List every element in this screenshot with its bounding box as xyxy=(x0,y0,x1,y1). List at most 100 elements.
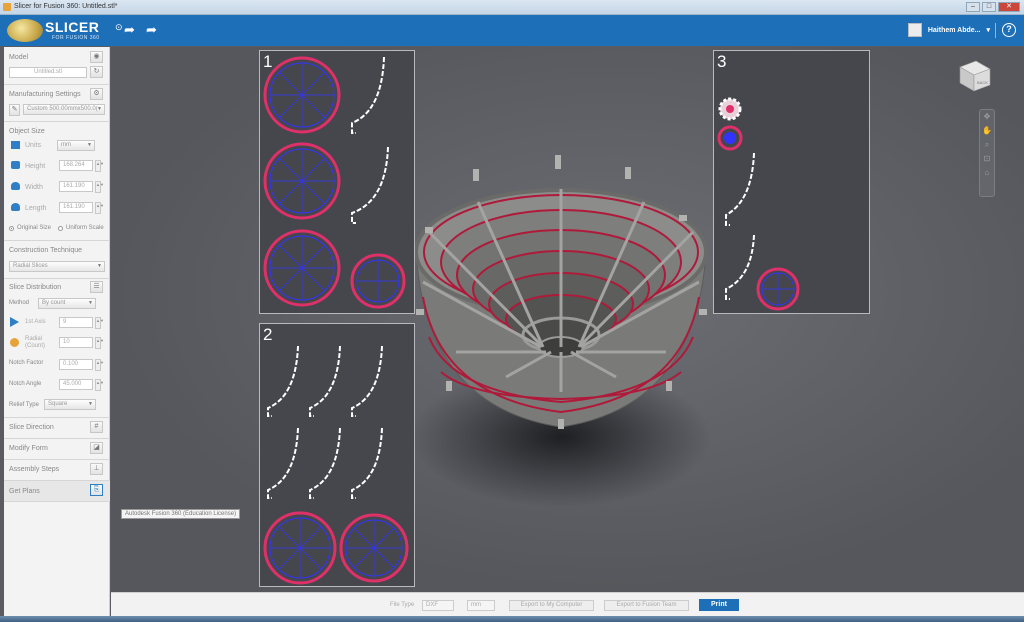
notch-factor-stepper[interactable]: ▲▼ xyxy=(95,359,104,371)
notch-angle-input[interactable]: 45.000 xyxy=(59,379,93,390)
list-icon[interactable]: ☰ xyxy=(90,281,103,293)
view-cube[interactable]: BACK xyxy=(956,57,992,93)
notch-angle-stepper[interactable]: ▲▼ xyxy=(95,379,104,391)
eye-icon[interactable]: ◉ xyxy=(90,51,103,63)
construction-dropdown[interactable]: Radial Slices xyxy=(9,261,105,272)
assembly-steps-icon[interactable]: ⊥ xyxy=(90,463,103,475)
logo-emblem-icon xyxy=(7,19,43,42)
width-input[interactable]: 161.190 xyxy=(59,181,93,192)
uniform-scale-radio[interactable] xyxy=(58,226,63,231)
3d-viewport[interactable]: 1 2 3 BACK ✥ ✋ ⌕ ⊡ ⌂ xyxy=(111,47,1024,592)
logo-settings-icon[interactable]: ⊙ xyxy=(115,22,123,33)
units-dropdown[interactable]: mm xyxy=(57,140,95,151)
user-name: Haithem Abde... xyxy=(927,26,981,34)
radial-slice-part xyxy=(263,142,341,220)
redo-icon[interactable]: ➦ xyxy=(146,22,157,38)
original-size-label: Original Size xyxy=(17,225,52,231)
refresh-icon[interactable]: ↻ xyxy=(90,66,103,78)
modify-form-icon[interactable]: ◪ xyxy=(90,442,103,454)
first-axis-input[interactable]: 9 xyxy=(59,317,93,328)
get-plans-label[interactable]: Get Plans xyxy=(9,488,40,495)
first-axis-stepper[interactable]: ▲▼ xyxy=(95,317,104,329)
height-input[interactable]: 168.264 xyxy=(59,160,93,171)
header-divider xyxy=(995,23,996,38)
small-radial-part xyxy=(717,125,743,151)
divider xyxy=(4,278,110,279)
export-units-dropdown[interactable]: mm xyxy=(467,600,495,611)
file-type-dropdown[interactable]: DXF xyxy=(422,600,454,611)
radial-count-stepper[interactable]: ▲▼ xyxy=(95,337,104,349)
pencil-icon[interactable]: ✎ xyxy=(9,104,20,116)
tooltip: Autodesk Fusion 360 (Education License) xyxy=(121,509,241,519)
orbit-icon[interactable]: ✥ xyxy=(980,110,994,124)
close-button[interactable]: ✕ xyxy=(998,2,1020,12)
gear-icon[interactable]: ⚙ xyxy=(90,88,103,100)
original-size-radio[interactable] xyxy=(9,226,14,231)
height-label: Height xyxy=(25,163,46,170)
radial-count-label: (Count) xyxy=(25,343,46,349)
minimize-button[interactable]: – xyxy=(966,2,980,12)
small-radial-part xyxy=(718,97,742,121)
divider xyxy=(4,417,110,418)
app-header: SLICER FOR FUSION 360 ⊙ ➦ ➦ Haithem Abde… xyxy=(0,15,1024,46)
fit-icon[interactable]: ⊡ xyxy=(980,152,994,166)
sheet-1-parts xyxy=(263,56,406,309)
rib-part xyxy=(725,234,755,300)
divider xyxy=(4,121,110,122)
title-bar: Slicer for Fusion 360: Untitled.stl* – □… xyxy=(0,0,1024,15)
length-input[interactable]: 161.190 xyxy=(59,202,93,213)
manufacturing-label: Manufacturing Settings xyxy=(9,91,81,98)
slice-direction-icon[interactable]: # xyxy=(90,421,103,433)
plan-sheet-3[interactable]: 3 xyxy=(713,50,870,314)
notch-factor-input[interactable]: 0.100 xyxy=(59,359,93,370)
modify-form-label[interactable]: Modify Form xyxy=(9,445,48,452)
zoom-icon[interactable]: ⌕ xyxy=(980,138,994,152)
relief-type-dropdown[interactable]: Square xyxy=(44,399,96,410)
slice-distribution-label: Slice Distribution xyxy=(9,284,62,291)
model-label: Model xyxy=(9,54,29,61)
relief-type-label: Relief Type xyxy=(9,402,39,408)
manufacturing-dropdown[interactable]: Custom 500.00mmx500.0( xyxy=(23,104,105,115)
undo-icon[interactable]: ➦ xyxy=(124,22,135,38)
height-stepper[interactable]: ▲▼ xyxy=(95,160,104,172)
assembly-steps-label[interactable]: Assembly Steps xyxy=(9,466,59,473)
home-icon[interactable]: ⌂ xyxy=(980,166,994,180)
help-icon[interactable]: ? xyxy=(1002,23,1016,37)
length-icon xyxy=(11,203,20,211)
length-stepper[interactable]: ▲▼ xyxy=(95,202,104,214)
slice-direction-label[interactable]: Slice Direction xyxy=(9,424,54,431)
width-icon xyxy=(11,182,20,190)
bowl-model xyxy=(411,155,711,507)
divider xyxy=(4,84,110,85)
radial-slice-part xyxy=(756,267,800,311)
method-dropdown[interactable]: By count xyxy=(38,298,96,309)
plan-sheet-1[interactable]: 1 xyxy=(259,50,415,314)
get-plans-icon[interactable]: ⎘ xyxy=(90,484,103,496)
rib-parts xyxy=(267,345,383,499)
avatar xyxy=(907,23,922,37)
radial-label: Radial xyxy=(25,336,43,342)
radial-slice-part xyxy=(339,513,409,583)
radial-count-input[interactable]: 10 xyxy=(59,337,93,348)
units-label: Units xyxy=(25,142,41,149)
plan-sheet-2[interactable]: 2 xyxy=(259,323,415,587)
first-axis-label: 1st Axis xyxy=(25,319,46,325)
radial-slice-part xyxy=(350,253,406,309)
model-file-field[interactable]: Untitled.stl xyxy=(9,67,87,78)
user-menu[interactable]: Haithem Abde... ▾ xyxy=(907,23,990,37)
print-button[interactable]: Print xyxy=(699,599,739,611)
divider xyxy=(4,438,110,439)
export-computer-button[interactable]: Export to My Computer xyxy=(509,600,594,611)
radial-slice-part xyxy=(263,229,341,307)
maximize-button[interactable]: □ xyxy=(982,2,996,12)
axis-arrow-icon xyxy=(10,317,19,327)
width-label: Width xyxy=(25,184,43,191)
divider xyxy=(4,501,110,502)
rib-part xyxy=(725,152,755,226)
export-team-button[interactable]: Export to Fusion Team xyxy=(604,600,689,611)
length-label: Length xyxy=(25,205,47,212)
os-taskbar xyxy=(0,616,1024,622)
chevron-down-icon: ▾ xyxy=(986,27,990,34)
width-stepper[interactable]: ▲▼ xyxy=(95,181,104,193)
pan-icon[interactable]: ✋ xyxy=(980,124,994,138)
